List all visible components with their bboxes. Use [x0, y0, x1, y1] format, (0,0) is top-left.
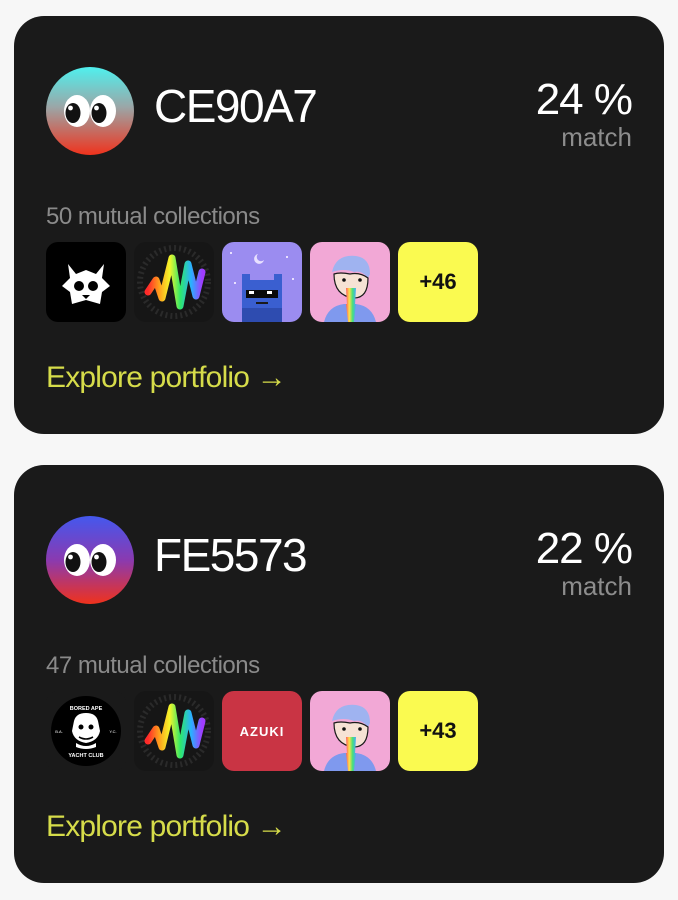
explore-portfolio-link[interactable]: Explore portfolio →	[46, 359, 287, 397]
match-card: FE5573 22 % match 47 mutual collections …	[14, 465, 664, 883]
azuki-text: AZUKI	[240, 724, 285, 739]
match-label: match	[561, 571, 632, 601]
more-collections-badge[interactable]: +46	[398, 242, 478, 322]
collection-thumb-rainbow-wave[interactable]	[134, 691, 214, 771]
match-percentage: 24 %	[535, 75, 633, 124]
wallet-avatar	[46, 516, 134, 604]
wallet-id: FE5573	[154, 529, 308, 581]
match-card: CE90A7 24 % match 50 mutual collections	[14, 16, 664, 434]
collection-thumb-dark-creature[interactable]	[46, 242, 126, 322]
bayc-right-text: Y.C.	[109, 729, 116, 734]
wallet-avatar	[46, 67, 134, 155]
eyes-icon	[46, 67, 134, 155]
more-collections-badge[interactable]: +43	[398, 691, 478, 771]
bayc-top-text: BORED APE	[70, 706, 103, 712]
collection-thumb-rainbow-kid[interactable]	[310, 242, 390, 322]
bayc-bottom-text: YACHT CLUB	[68, 753, 103, 759]
match-percentage: 22 %	[535, 524, 633, 573]
collection-thumb-rainbow-kid[interactable]	[310, 691, 390, 771]
collection-thumbnails: BORED APE YACHT CLUB B.A. Y.C. AZUKI +43	[46, 691, 478, 771]
bayc-left-text: B.A.	[55, 729, 63, 734]
eyes-icon	[46, 516, 134, 604]
explore-portfolio-link[interactable]: Explore portfolio →	[46, 808, 287, 846]
collection-thumb-azuki[interactable]: AZUKI	[222, 691, 302, 771]
collection-thumb-rainbow-wave[interactable]	[134, 242, 214, 322]
collection-thumb-pixel-cat[interactable]	[222, 242, 302, 322]
mutual-collections-count: 47 mutual collections	[46, 652, 260, 679]
collection-thumb-bored-ape[interactable]: BORED APE YACHT CLUB B.A. Y.C.	[46, 691, 126, 771]
wallet-id: CE90A7	[154, 80, 318, 132]
collection-thumbnails: +46	[46, 242, 478, 322]
match-label: match	[561, 122, 632, 152]
mutual-collections-count: 50 mutual collections	[46, 203, 260, 230]
